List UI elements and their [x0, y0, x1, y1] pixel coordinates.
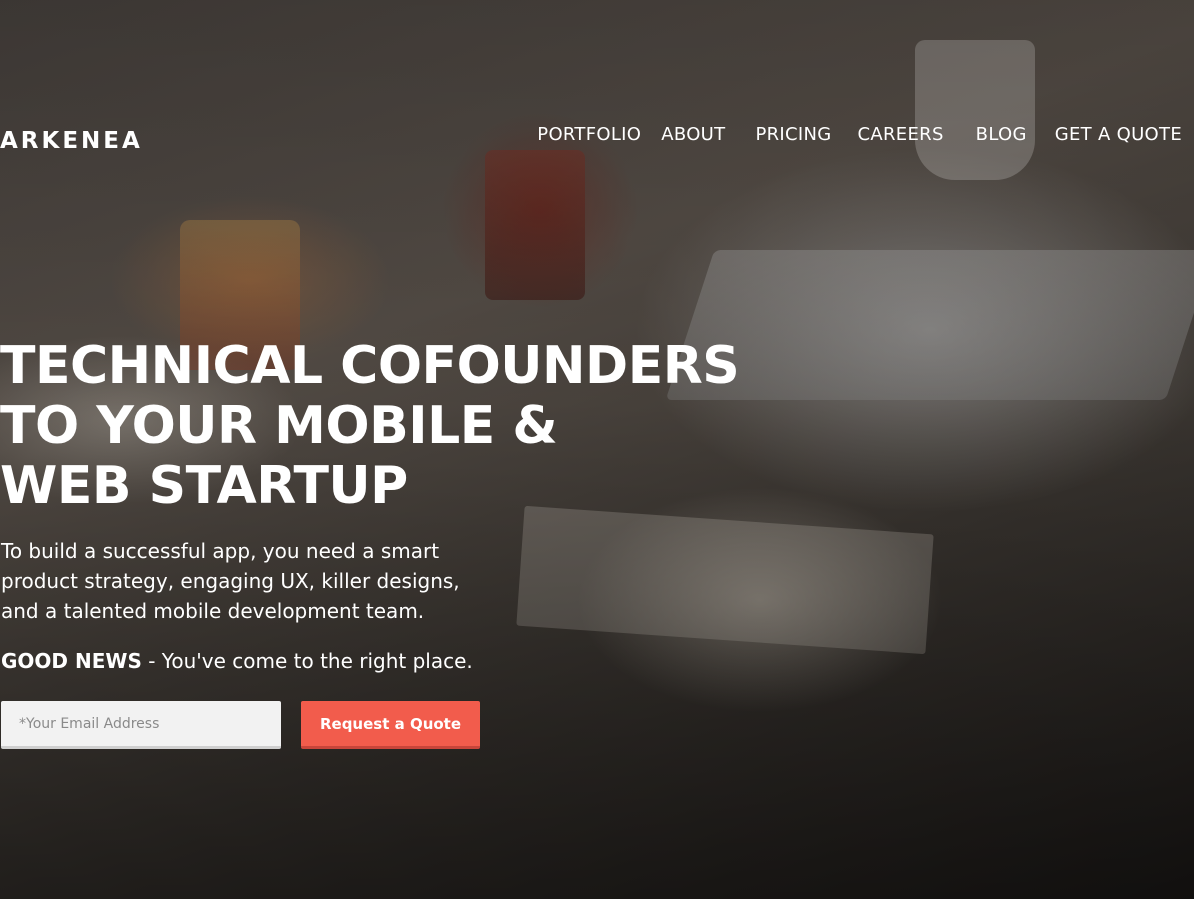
nav-item-get-a-quote[interactable]: GET A QUOTE — [1055, 124, 1182, 145]
intro-line-1: To build a successful app, you need a sm… — [1, 539, 440, 563]
intro-line-3: and a talented mobile development team. — [1, 599, 425, 623]
nav-item-about[interactable]: ABOUT — [661, 124, 725, 145]
nav-item-blog[interactable]: BLOG — [976, 124, 1027, 145]
intro-line-2: product strategy, engaging UX, killer de… — [1, 569, 460, 593]
request-quote-button[interactable]: Request a Quote — [301, 701, 480, 749]
email-field[interactable] — [1, 701, 281, 749]
good-news-text: GOOD NEWS - You've come to the right pla… — [1, 646, 473, 676]
good-news-label: GOOD NEWS — [1, 649, 142, 673]
top-navigation: ARKENEA PORTFOLIO ABOUT PRICING CAREERS … — [0, 118, 1194, 158]
headline-line-1: TECHNICAL COFOUNDERS — [0, 336, 740, 396]
main-menu: PORTFOLIO ABOUT PRICING CAREERS BLOG GET… — [537, 124, 1182, 145]
headline-line-2: TO YOUR MOBILE & — [0, 396, 558, 456]
hero-intro-text: To build a successful app, you need a sm… — [1, 536, 561, 626]
hero-headline: TECHNICAL COFOUNDERS TO YOUR MOBILE & WE… — [0, 336, 740, 516]
nav-item-portfolio[interactable]: PORTFOLIO — [537, 124, 641, 145]
good-news-message: - You've come to the right place. — [141, 649, 473, 673]
nav-item-careers[interactable]: CAREERS — [858, 124, 944, 145]
headline-line-3: WEB STARTUP — [0, 456, 408, 516]
brand-logo[interactable]: ARKENEA — [0, 128, 143, 154]
nav-item-pricing[interactable]: PRICING — [755, 124, 831, 145]
